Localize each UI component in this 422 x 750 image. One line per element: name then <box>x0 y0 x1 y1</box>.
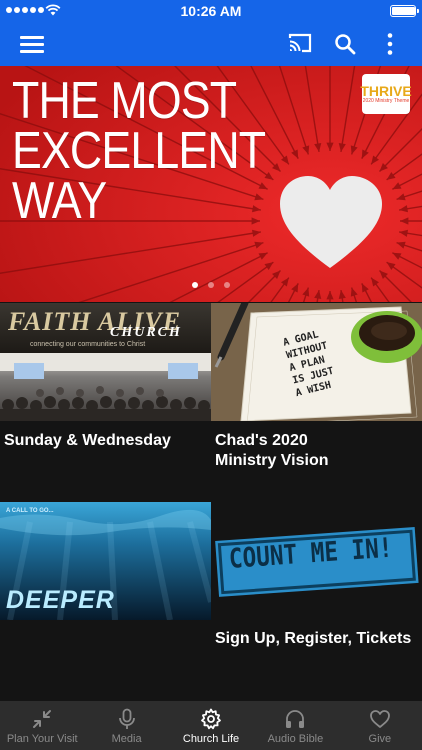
deeper-image: A CALL TO GO... DEEPER <box>0 502 211 620</box>
hero-title: THE MOST EXCELLENT WAY <box>12 72 266 230</box>
carousel-indicator <box>0 282 422 288</box>
tile-count-me-in[interactable]: COUNT ME IN! Sign Up, Register, Tickets <box>211 502 422 701</box>
nav-give[interactable]: Give <box>338 701 422 750</box>
bottom-nav: Plan Your Visit Media Church Life Audio … <box>0 701 422 750</box>
tile-caption: Sunday & Wednesday <box>4 432 171 449</box>
tile-deeper[interactable]: A CALL TO GO... DEEPER <box>0 502 211 701</box>
nav-label: Church Life <box>182 733 240 745</box>
hero-banner[interactable]: THE MOST EXCELLENT WAY THRIVE 2020 Minis… <box>0 66 422 302</box>
nav-audio-bible[interactable]: Audio Bible <box>253 701 337 750</box>
nav-label: Give <box>368 733 392 745</box>
app-bar <box>0 22 422 66</box>
status-bar: 10:26 AM <box>0 0 422 22</box>
gear-icon <box>201 708 221 730</box>
thrive-logo-subtext: 2020 Ministry Theme <box>362 97 410 104</box>
tile-sunday-wednesday[interactable]: FAITH ALIVE CHURCH connecting our commun… <box>0 303 211 501</box>
goal-note-image: A GOAL WITHOUT A PLAN IS JUST A WISH <box>211 303 422 421</box>
nav-label: Plan Your Visit <box>6 733 78 745</box>
nav-label: Media <box>111 733 142 745</box>
compress-arrows-icon <box>33 710 52 728</box>
deeper-title: DEEPER <box>6 586 115 614</box>
microphone-icon <box>118 708 135 729</box>
nav-label: Audio Bible <box>267 733 324 745</box>
faith-alive-church: CHURCH <box>110 325 182 340</box>
headphones-icon <box>286 710 305 728</box>
status-time: 10:26 AM <box>180 3 242 19</box>
nav-plan-your-visit[interactable]: Plan Your Visit <box>0 701 84 750</box>
menu-icon[interactable] <box>20 34 44 54</box>
heart-icon <box>369 710 390 728</box>
deeper-kicker: A CALL TO GO... <box>6 508 54 514</box>
thrive-logo-text: THRIVE <box>360 82 412 99</box>
thrive-logo: THRIVE 2020 Ministry Theme <box>360 74 412 114</box>
battery-icon <box>390 5 419 17</box>
count-me-in-image: COUNT ME IN! <box>211 502 422 620</box>
more-vertical-icon[interactable] <box>378 32 402 56</box>
tile-caption: Sign Up, Register, Tickets <box>215 630 412 647</box>
nav-media[interactable]: Media <box>84 701 168 750</box>
tile-ministry-vision[interactable]: A GOAL WITHOUT A PLAN IS JUST A WISH Cha… <box>211 303 422 501</box>
carousel-dot[interactable] <box>224 282 230 288</box>
nav-church-life[interactable]: Church Life <box>169 701 253 750</box>
cast-icon[interactable] <box>287 32 313 54</box>
tile-caption: Chad's 2020 Ministry Vision <box>215 432 329 469</box>
faith-alive-image: FAITH ALIVE CHURCH connecting our commun… <box>0 303 211 421</box>
sanctuary-photo <box>0 353 211 421</box>
faith-alive-tagline: connecting our communities to Christ <box>30 341 146 348</box>
search-icon[interactable] <box>333 32 357 56</box>
carousel-dot[interactable] <box>192 282 198 288</box>
carousel-dot[interactable] <box>208 282 214 288</box>
